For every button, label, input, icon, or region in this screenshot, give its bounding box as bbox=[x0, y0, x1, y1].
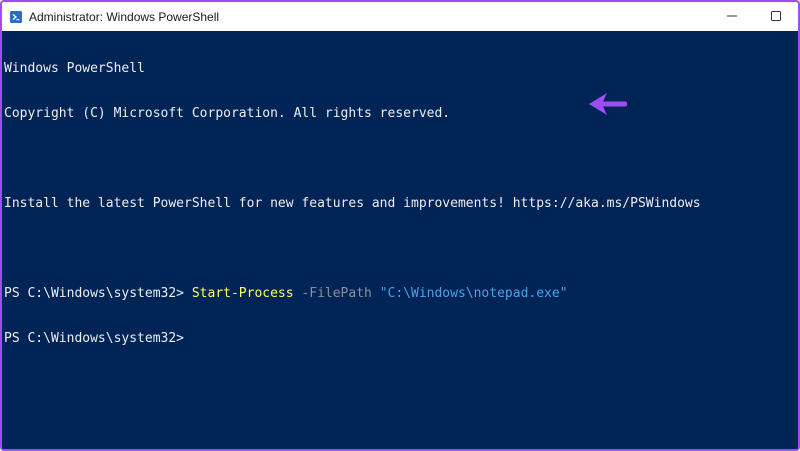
powershell-icon[interactable] bbox=[10, 10, 22, 23]
arrow-left-icon bbox=[587, 90, 628, 125]
copyright-line: Copyright (C) Microsoft Corporation. All… bbox=[4, 106, 451, 121]
powershell-window: Administrator: Windows PowerShell Window… bbox=[0, 0, 800, 451]
current-prompt-line: PS C:\Windows\system32> bbox=[4, 331, 798, 346]
parameter-name: -FilePath bbox=[293, 286, 380, 301]
maximize-button[interactable] bbox=[754, 2, 798, 31]
window-controls bbox=[710, 2, 798, 31]
window-title: Administrator: Windows PowerShell bbox=[29, 9, 220, 24]
prompt: PS C:\Windows\system32> bbox=[4, 331, 192, 346]
prompt: PS C:\Windows\system32> bbox=[4, 286, 192, 301]
maximize-icon bbox=[771, 8, 781, 26]
cmdlet-name: Start-Process bbox=[191, 286, 294, 301]
minimize-button[interactable] bbox=[710, 2, 754, 31]
title-bar[interactable]: Administrator: Windows PowerShell bbox=[2, 2, 798, 31]
minimize-icon bbox=[727, 8, 737, 26]
install-notice-line: Install the latest PowerShell for new fe… bbox=[4, 196, 701, 211]
file-path-argument: "C:\Windows\notepad.exe" bbox=[379, 286, 568, 301]
command-line: PS C:\Windows\system32> Start-Process -F… bbox=[4, 286, 798, 301]
banner-title-line: Windows PowerShell bbox=[4, 61, 145, 76]
console-output[interactable]: Windows PowerShell Copyright (C) Microso… bbox=[2, 31, 798, 449]
